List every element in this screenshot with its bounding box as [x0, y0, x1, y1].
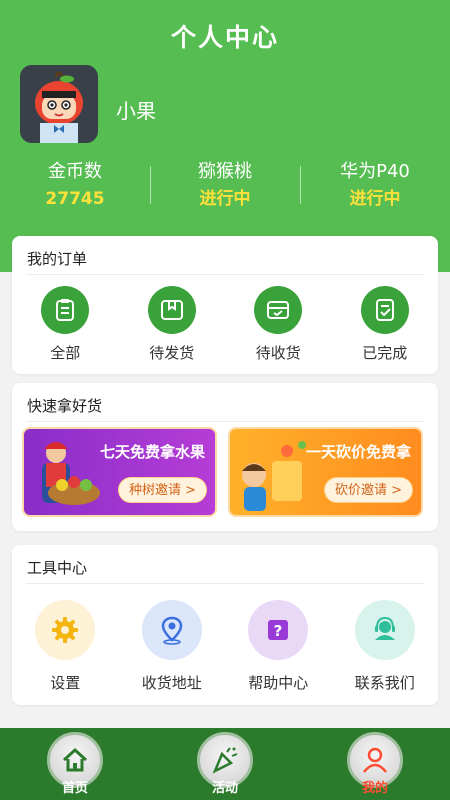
- tab-label: 首页: [61, 781, 88, 796]
- free-fruit-banner[interactable]: 七天免费拿水果 种树邀请 >: [22, 427, 217, 517]
- stat-label: 华为P40: [340, 161, 410, 182]
- tab-label: 我的: [361, 781, 388, 796]
- orders-card: 我的订单 全部 待发货 待收货 已完成: [12, 236, 438, 374]
- tools-card: 工具中心 设置 收货地址 ? 帮助中心 联系我们: [12, 545, 438, 705]
- completed-doc-icon: [360, 286, 409, 334]
- promo-title: 快速拿好货: [27, 397, 103, 415]
- stat-value: 进行中: [349, 189, 401, 209]
- tab-activity[interactable]: 活动: [150, 728, 300, 800]
- plant-tree-invite-button[interactable]: 种树邀请 >: [117, 477, 207, 503]
- tool-label: 设置: [50, 674, 81, 692]
- contact-us-button[interactable]: 联系我们: [332, 600, 439, 693]
- username: 小果: [116, 99, 156, 123]
- profile-header: 个人中心 小果 金币数 27745 猕猴桃 进行中 华为P40 进行中: [0, 0, 450, 272]
- page-title: 个人中心: [170, 23, 279, 52]
- package-icon: [147, 286, 196, 334]
- tool-label: 收货地址: [141, 674, 202, 692]
- stat-huawei[interactable]: 华为P40 进行中: [300, 160, 450, 216]
- settings-button[interactable]: 设置: [12, 600, 119, 693]
- order-pending-ship-button[interactable]: 待发货: [119, 286, 226, 363]
- order-pending-receive-button[interactable]: 待收货: [225, 286, 332, 363]
- stats-row: 金币数 27745 猕猴桃 进行中 华为P40 进行中: [0, 160, 450, 216]
- orders-title: 我的订单: [27, 250, 88, 268]
- fruit-farmer-illustration: [42, 442, 100, 505]
- banner-title: 一天砍价免费拿: [305, 443, 411, 461]
- tool-label: 联系我们: [354, 674, 415, 692]
- bargain-invite-button[interactable]: 砍价邀请 >: [323, 477, 413, 503]
- order-label: 待收货: [255, 344, 301, 362]
- divider: [26, 583, 424, 584]
- gear-icon: [35, 600, 96, 660]
- tab-mine[interactable]: 我的: [300, 728, 450, 800]
- order-label: 全部: [50, 344, 81, 362]
- bottom-tab-bar: 首页 活动 我的: [0, 728, 450, 800]
- tools-title: 工具中心: [27, 559, 88, 577]
- stat-value: 进行中: [199, 189, 251, 209]
- order-label: 已完成: [362, 344, 408, 362]
- clipboard-icon: [41, 286, 90, 334]
- customer-service-icon: [354, 600, 415, 660]
- stat-value: 27745: [45, 189, 105, 209]
- divider: [26, 274, 424, 275]
- order-all-button[interactable]: 全部: [12, 286, 119, 363]
- tool-label: 帮助中心: [248, 674, 309, 692]
- svg-text:?: ?: [274, 622, 283, 640]
- promo-card: 快速拿好货 七天免费拿水果 种树邀请 > 一天砍价免费拿 砍价邀请 >: [12, 383, 438, 531]
- stat-label: 金币数: [48, 161, 102, 182]
- divider: [26, 421, 424, 422]
- bargain-banner[interactable]: 一天砍价免费拿 砍价邀请 >: [228, 427, 423, 517]
- inbox-icon: [254, 286, 303, 334]
- stat-kiwi[interactable]: 猕猴桃 进行中: [150, 160, 300, 216]
- location-pin-icon: [141, 600, 202, 660]
- help-center-button[interactable]: ? 帮助中心: [225, 600, 332, 693]
- stat-coins[interactable]: 金币数 27745: [0, 160, 150, 216]
- help-icon: ?: [248, 600, 309, 660]
- tab-home[interactable]: 首页: [0, 728, 150, 800]
- banner-title: 七天免费拿水果: [99, 443, 205, 461]
- tab-label: 活动: [211, 781, 238, 796]
- avatar[interactable]: [20, 65, 98, 143]
- stat-label: 猕猴桃: [198, 161, 252, 182]
- order-completed-button[interactable]: 已完成: [332, 286, 439, 363]
- address-button[interactable]: 收货地址: [119, 600, 226, 693]
- order-label: 待发货: [149, 344, 195, 362]
